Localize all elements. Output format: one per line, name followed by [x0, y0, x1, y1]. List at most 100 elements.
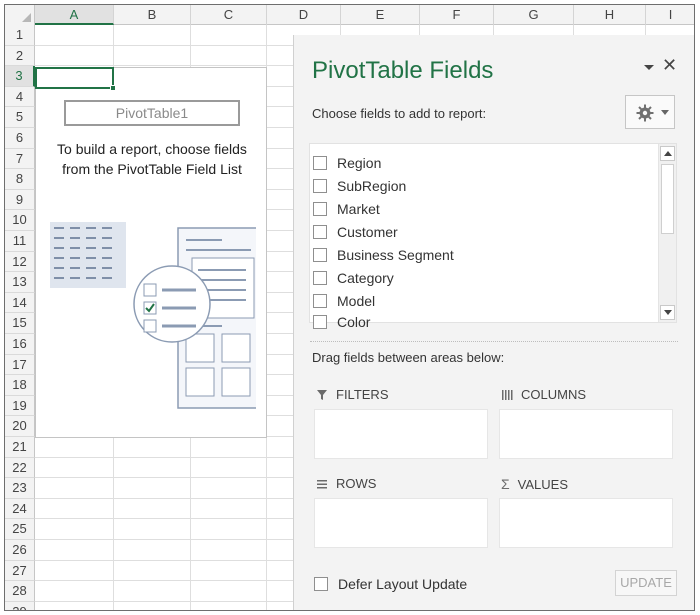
pivot-table-name: PivotTable1	[64, 100, 240, 126]
pane-title: PivotTable Fields	[312, 57, 494, 84]
field-checkbox[interactable]	[313, 179, 327, 193]
tools-gear-button[interactable]	[625, 95, 675, 129]
rows-icon	[317, 479, 327, 488]
chevron-down-icon	[661, 110, 669, 115]
column-header-e[interactable]: E	[341, 5, 420, 25]
row-header-16[interactable]: 16	[5, 334, 35, 355]
column-header-g[interactable]: G	[494, 5, 574, 25]
row-header-20[interactable]: 20	[5, 416, 35, 437]
row-header-22[interactable]: 22	[5, 457, 35, 479]
defer-layout-update[interactable]: Defer Layout Update	[314, 576, 467, 592]
field-label: Market	[337, 201, 380, 217]
row-header-9[interactable]: 9	[5, 189, 35, 211]
row-header-1[interactable]: 1	[5, 25, 35, 46]
field-label: Customer	[337, 224, 398, 240]
row-header-10[interactable]: 10	[5, 210, 35, 231]
values-drop-zone[interactable]	[499, 498, 673, 548]
field-label: Business Segment	[337, 247, 454, 263]
filters-area-header: FILTERS	[316, 387, 389, 402]
row-header-11[interactable]: 11	[5, 231, 35, 252]
pivot-hint-line-2: from the PivotTable Field List	[62, 161, 242, 177]
row-header-3[interactable]: 3	[5, 66, 35, 87]
pivot-table-hint: To build a report, choose fields from th…	[36, 139, 268, 179]
pane-divider	[310, 341, 678, 342]
row-header-2[interactable]: 2	[5, 45, 35, 67]
row-header-29[interactable]: 29	[5, 601, 35, 610]
row-header-13[interactable]: 13	[5, 272, 35, 293]
column-header-a[interactable]: A	[35, 5, 114, 25]
pivot-hint-line-1: To build a report, choose fields	[57, 141, 247, 157]
field-item-market[interactable]: Market	[313, 198, 380, 220]
field-checkbox[interactable]	[313, 315, 327, 329]
pivot-illustration-icon	[50, 222, 256, 409]
field-checkbox[interactable]	[313, 294, 327, 308]
row-header-8[interactable]: 8	[5, 169, 35, 190]
defer-checkbox[interactable]	[314, 577, 328, 591]
row-header-23[interactable]: 23	[5, 478, 35, 499]
rows-drop-zone[interactable]	[314, 498, 488, 548]
excel-window: ABCDEFGHI 1 2 3 4 5 6 7 8 9 10 11 12 13 14 15 16 17 18 19 2…	[4, 4, 695, 611]
select-all-corner[interactable]	[5, 5, 35, 25]
column-header-c[interactable]: C	[191, 5, 267, 25]
close-icon[interactable]: ✕	[662, 55, 677, 76]
row-header-17[interactable]: 17	[5, 354, 35, 376]
row-header-28[interactable]: 28	[5, 581, 35, 602]
field-checkbox[interactable]	[313, 248, 327, 262]
row-header-12[interactable]: 12	[5, 251, 35, 273]
column-header-d[interactable]: D	[267, 5, 341, 25]
field-checkbox[interactable]	[313, 202, 327, 216]
filter-icon	[317, 389, 327, 400]
field-checkbox[interactable]	[313, 156, 327, 170]
scroll-down-arrow-icon[interactable]	[660, 305, 675, 320]
sigma-icon: Σ	[501, 476, 510, 492]
rows-area-header: ROWS	[316, 476, 376, 491]
field-item-color[interactable]: Color	[313, 311, 370, 333]
row-header-18[interactable]: 18	[5, 375, 35, 396]
selected-cell-a3[interactable]	[35, 67, 116, 91]
scroll-up-arrow-icon[interactable]	[660, 146, 675, 161]
field-checkbox[interactable]	[313, 225, 327, 239]
columns-area-header: COLUMNS	[501, 387, 586, 402]
column-header-f[interactable]: F	[420, 5, 494, 25]
choose-fields-label: Choose fields to add to report:	[312, 106, 487, 121]
drag-fields-label: Drag fields between areas below:	[312, 350, 505, 365]
columns-drop-zone[interactable]	[499, 409, 673, 459]
column-header-b[interactable]: B	[114, 5, 191, 25]
field-item-business-segment[interactable]: Business Segment	[313, 244, 454, 266]
field-list-scrollbar[interactable]	[658, 144, 676, 322]
field-checkbox[interactable]	[313, 271, 327, 285]
row-header-5[interactable]: 5	[5, 107, 35, 128]
fill-handle[interactable]	[110, 85, 116, 91]
field-list: Region SubRegion Market Customer Busines…	[309, 143, 677, 330]
row-header-21[interactable]: 21	[5, 437, 35, 458]
values-label: VALUES	[517, 476, 568, 492]
field-label: Color	[337, 314, 371, 330]
row-header-25[interactable]: 25	[5, 519, 35, 540]
scroll-thumb[interactable]	[661, 164, 674, 234]
row-header-26[interactable]: 26	[5, 540, 35, 561]
update-button[interactable]: UPDATE	[615, 570, 677, 596]
row-header-7[interactable]: 7	[5, 148, 35, 170]
field-item-category[interactable]: Category	[313, 267, 394, 289]
field-item-region[interactable]: Region	[313, 152, 381, 174]
column-header-i[interactable]: I	[646, 5, 694, 25]
defer-label: Defer Layout Update	[338, 576, 468, 592]
field-label: Model	[337, 293, 376, 309]
row-header-19[interactable]: 19	[5, 395, 35, 417]
field-label: SubRegion	[337, 178, 407, 194]
row-header-14[interactable]: 14	[5, 292, 35, 314]
pane-options-dropdown-icon[interactable]	[643, 61, 655, 73]
row-header-24[interactable]: 24	[5, 498, 35, 520]
filters-drop-zone[interactable]	[314, 409, 488, 459]
field-item-subregion[interactable]: SubRegion	[313, 175, 406, 197]
rows-label: ROWS	[336, 476, 377, 491]
row-header-4[interactable]: 4	[5, 86, 35, 108]
row-header-6[interactable]: 6	[5, 128, 35, 149]
field-item-model[interactable]: Model	[313, 290, 375, 312]
pivot-table-placeholder[interactable]: PivotTable1 To build a report, choose fi…	[35, 67, 267, 438]
field-item-customer[interactable]: Customer	[313, 221, 398, 243]
row-header-15[interactable]: 15	[5, 313, 35, 334]
column-header-h[interactable]: H	[574, 5, 646, 25]
row-header-27[interactable]: 27	[5, 560, 35, 582]
values-area-header: Σ VALUES	[501, 476, 568, 492]
